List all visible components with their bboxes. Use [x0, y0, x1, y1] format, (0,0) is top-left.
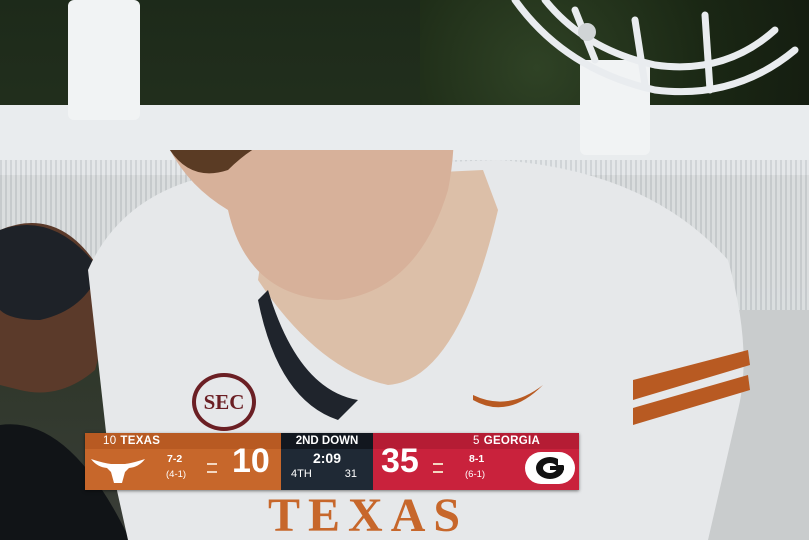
play-clock: 31 — [344, 468, 357, 480]
home-score: 35 — [381, 442, 419, 480]
quarter: 4TH — [291, 468, 312, 480]
scorebug: 10 TEXAS 7-2 (4-1) 10 2ND DOWN 2:09 4TH 3… — [85, 433, 579, 490]
away-rank: 10 — [103, 435, 117, 447]
georgia-g-logo-icon — [525, 452, 575, 484]
game-status-panel: 2ND DOWN 2:09 4TH 31 — [281, 433, 373, 490]
longhorn-logo-icon — [91, 459, 145, 483]
away-team-label: 10 TEXAS — [103, 433, 160, 449]
bench-post-left — [68, 0, 140, 120]
home-team-panel: 5 GEORGIA 35 8-1 (6-1) — [373, 433, 579, 490]
away-timeout-2 — [207, 471, 217, 473]
jersey-chest-text: TEXAS — [268, 489, 469, 540]
helmet-on-bench-icon — [511, 0, 799, 96]
down-and-distance: 2ND DOWN — [281, 433, 373, 449]
home-rank: 5 — [473, 435, 480, 447]
home-timeout-1 — [433, 463, 443, 465]
home-timeout-2 — [433, 471, 443, 473]
away-record: 7-2 — [167, 453, 183, 465]
home-conf-record: (6-1) — [465, 469, 486, 480]
sec-patch: SEC — [192, 373, 256, 431]
game-clock: 2:09 — [312, 450, 342, 466]
home-team-label: 5 GEORGIA — [473, 433, 540, 449]
home-record: 8-1 — [469, 453, 485, 465]
away-name: TEXAS — [120, 435, 161, 447]
away-team-panel: 10 TEXAS 7-2 (4-1) 10 — [85, 433, 281, 490]
away-timeout-1 — [207, 463, 217, 465]
home-name: GEORGIA — [483, 435, 541, 447]
away-conf-record: (4-1) — [166, 469, 187, 480]
away-score: 10 — [232, 442, 270, 480]
